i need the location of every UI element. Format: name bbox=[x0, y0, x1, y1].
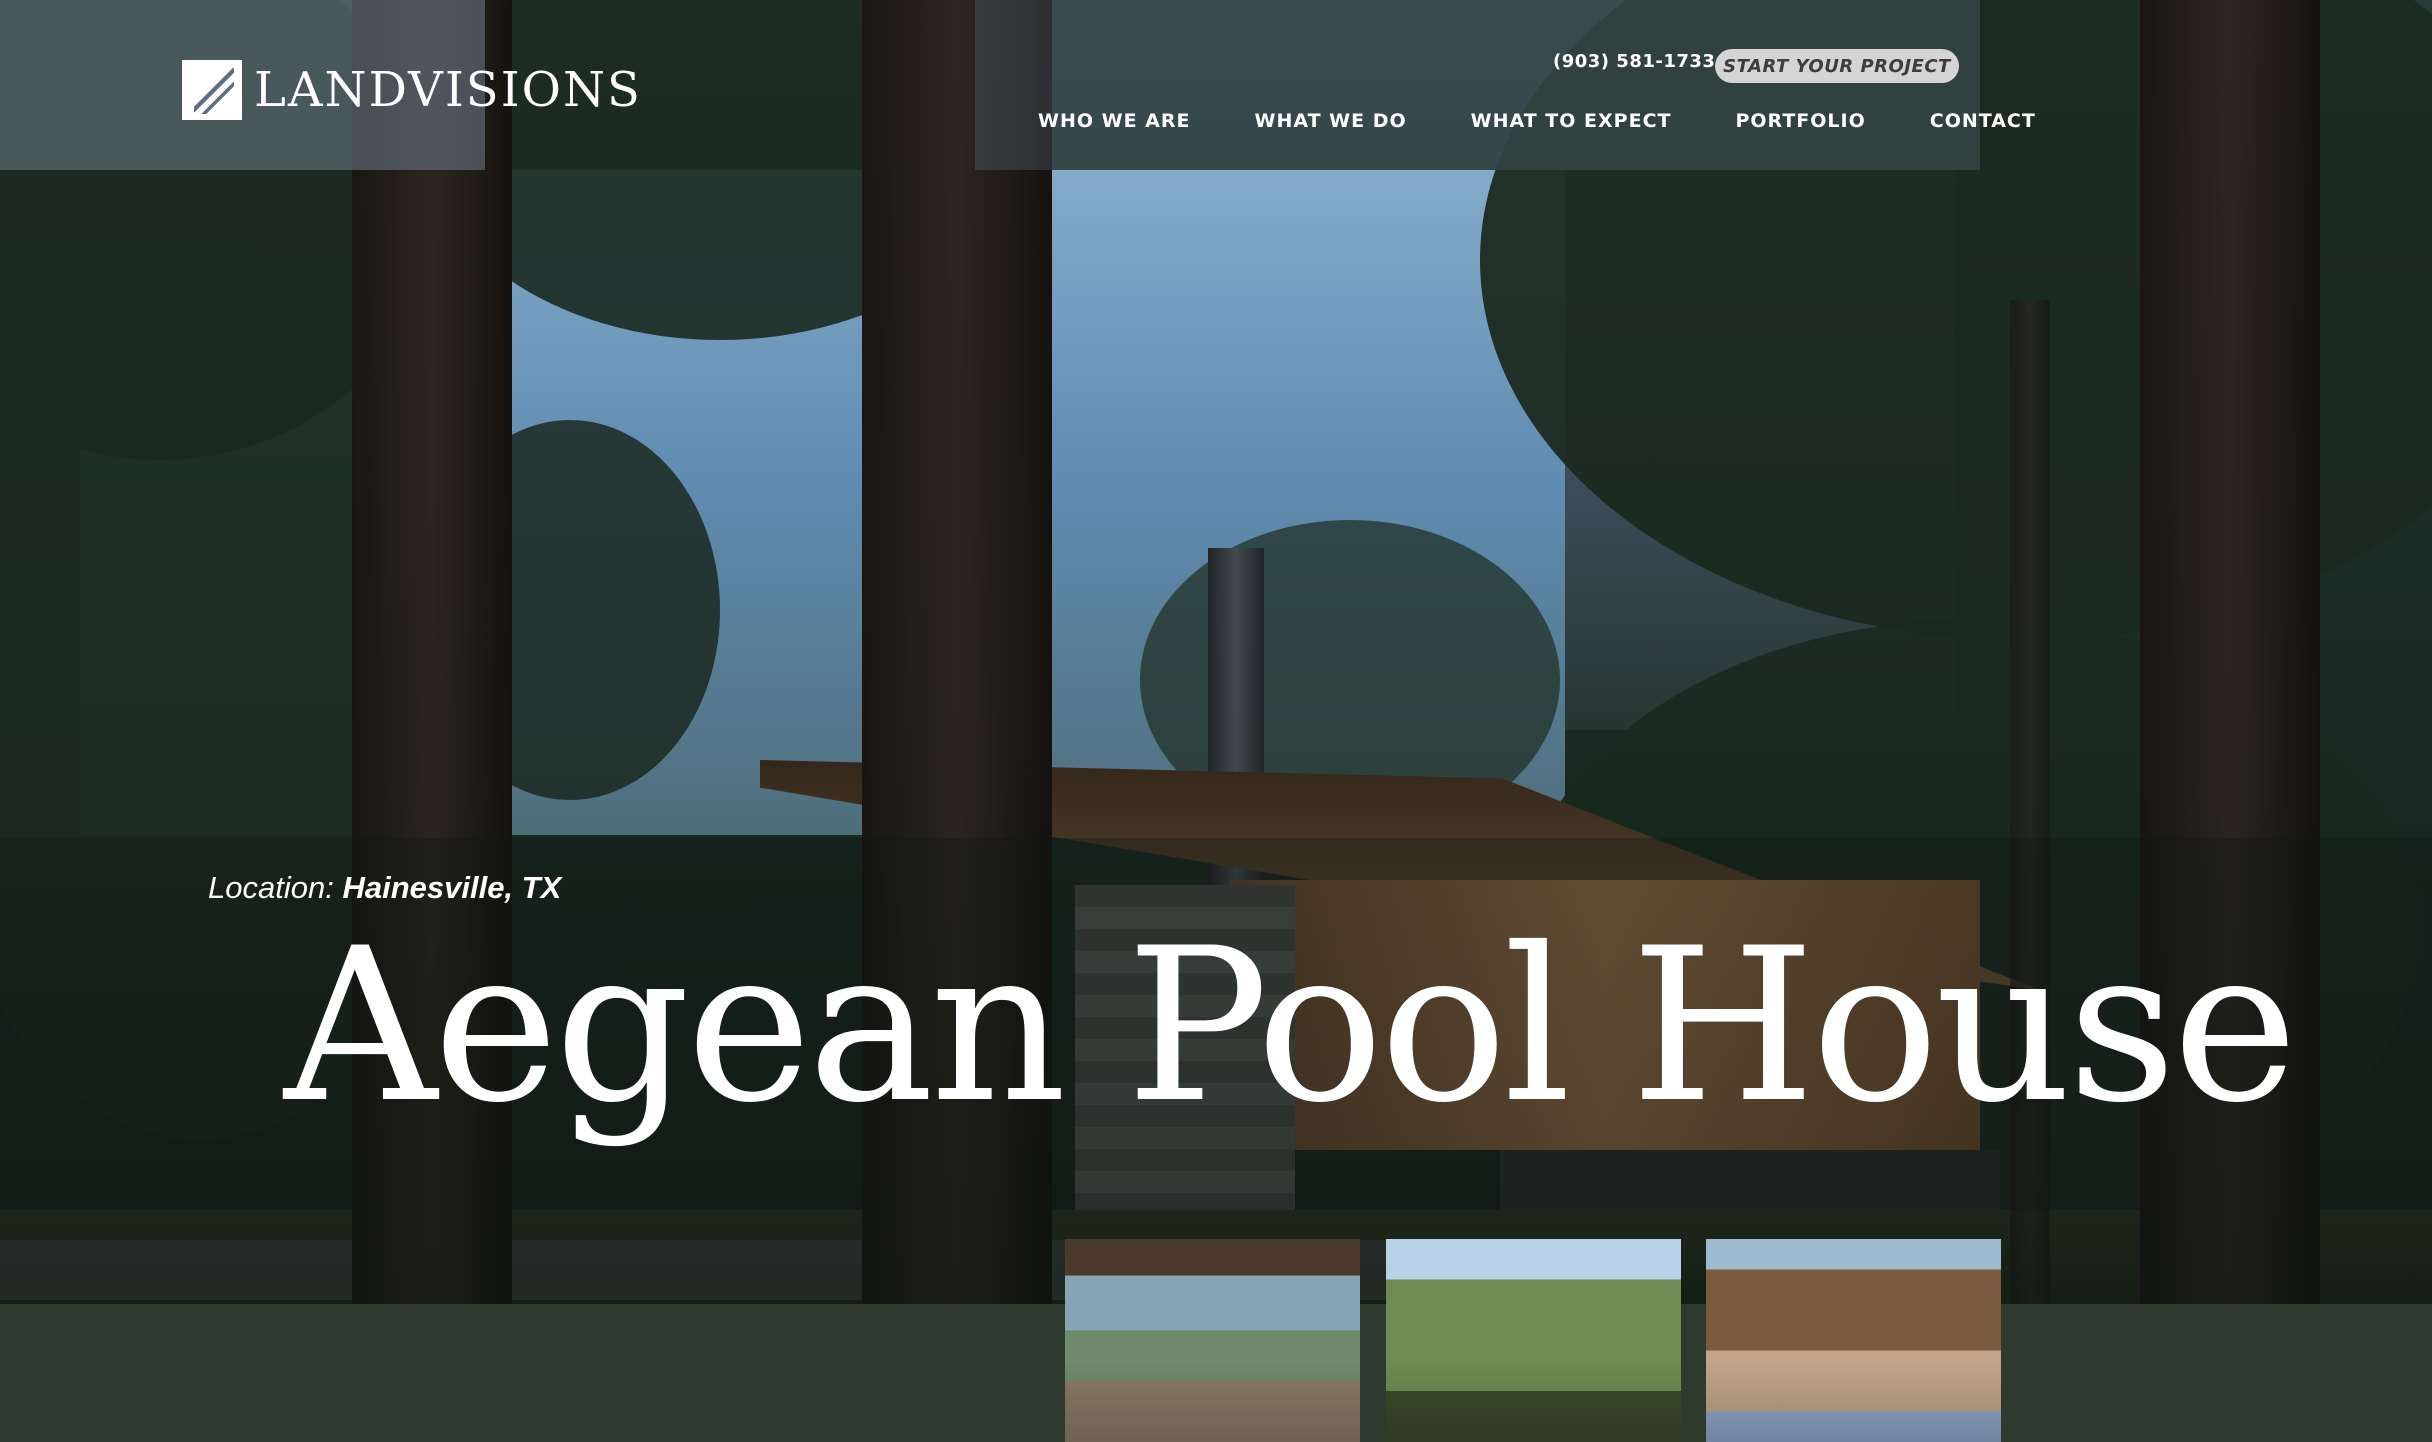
nav-item-what-we-do[interactable]: WHAT WE DO bbox=[1255, 110, 1407, 132]
gallery-thumbnail[interactable] bbox=[1706, 1239, 2001, 1442]
logo-text: LANDVISIONS bbox=[254, 62, 642, 118]
gallery-thumbnail[interactable] bbox=[1065, 1239, 1360, 1442]
nav-item-who-we-are[interactable]: WHO WE ARE bbox=[1038, 110, 1191, 132]
location-label: Location: bbox=[208, 870, 334, 905]
project-location: Location: Hainesville, TX bbox=[208, 870, 561, 906]
nav-panel bbox=[975, 0, 1980, 170]
nav-item-portfolio[interactable]: PORTFOLIO bbox=[1735, 110, 1865, 132]
nav-item-contact[interactable]: CONTACT bbox=[1930, 110, 2036, 132]
phone-link[interactable]: (903) 581-1733 bbox=[1553, 51, 1715, 72]
gallery-thumbnail[interactable] bbox=[1386, 1239, 1681, 1442]
main-nav: WHO WE ARE WHAT WE DO WHAT TO EXPECT POR… bbox=[1038, 110, 2036, 132]
start-project-button[interactable]: START YOUR PROJECT bbox=[1715, 49, 1959, 83]
logo-link[interactable]: LANDVISIONS bbox=[182, 60, 642, 120]
project-title: Aegean Pool House bbox=[284, 902, 2298, 1149]
nav-item-what-to-expect[interactable]: WHAT TO EXPECT bbox=[1471, 110, 1672, 132]
location-value: Hainesville, TX bbox=[342, 870, 562, 905]
leaf-logo-icon bbox=[182, 60, 242, 120]
